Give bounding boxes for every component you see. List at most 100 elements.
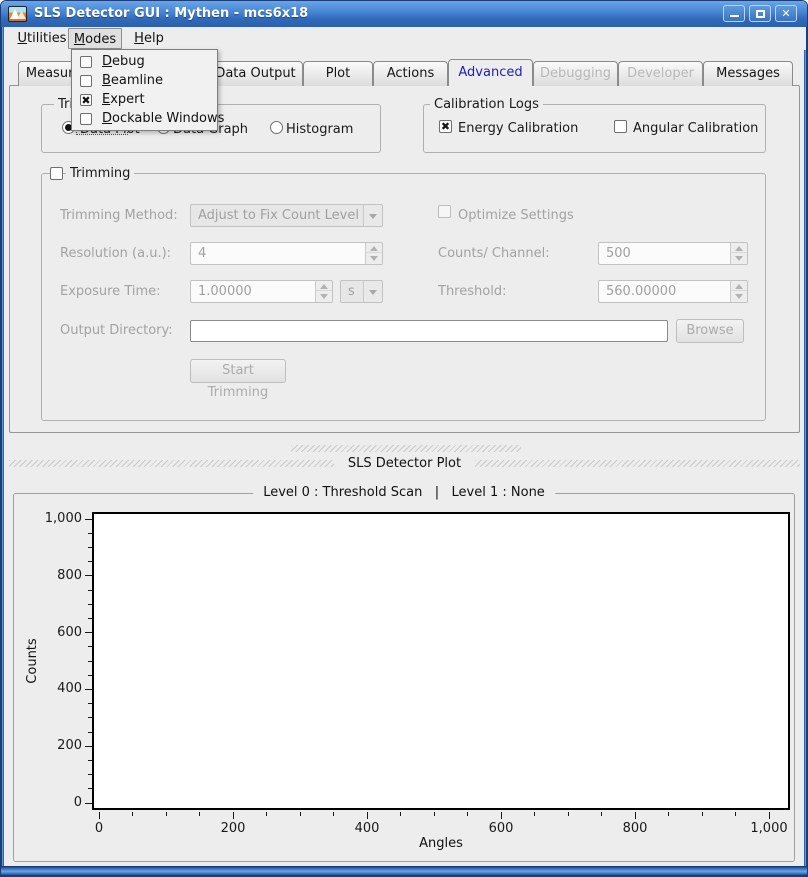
chevron-down-icon — [369, 214, 377, 219]
x-tick-label: 0 — [69, 821, 129, 836]
resolution-label: Resolution (a.u.): — [60, 242, 171, 265]
trimming-group-checkbox[interactable] — [50, 167, 63, 180]
axis-tick — [400, 812, 401, 816]
menu-modes[interactable]: Modes — [68, 28, 122, 49]
exposure-unit-combo: s — [340, 280, 383, 303]
y-tick-label: 400 — [30, 680, 82, 698]
counts-channel-value: 500 — [606, 243, 631, 264]
trimming-method-value: Adjust to Fix Count Level — [198, 205, 359, 226]
menu-item-dockable-windows[interactable]: Dockable Windows — [72, 109, 217, 128]
close-icon: ✕ — [776, 6, 796, 21]
tab-advanced[interactable]: Advanced — [448, 59, 533, 86]
axis-tick — [735, 812, 736, 816]
radio-histogram[interactable] — [270, 121, 283, 134]
resolution-value: 4 — [198, 243, 206, 264]
minimize-button[interactable] — [723, 5, 745, 22]
axis-tick — [99, 812, 100, 819]
tab-actions[interactable]: Actions — [373, 61, 448, 86]
axis-tick — [88, 703, 92, 704]
window-title: SLS Detector GUI : Mythen - mcs6x18 — [34, 1, 308, 27]
checkbox-unchecked-icon — [80, 75, 92, 87]
axis-tick — [88, 675, 92, 676]
counts-channel-label: Counts/ Channel: — [438, 242, 550, 265]
axis-tick — [434, 812, 435, 816]
axis-tick — [88, 604, 92, 605]
tab-messages[interactable]: Messages — [703, 61, 793, 86]
counts-channel-spinbox: 500 — [598, 242, 748, 265]
checkbox-checked-icon: ✖ — [80, 94, 92, 106]
axis-tick — [85, 803, 92, 804]
maximize-button[interactable] — [749, 5, 771, 22]
threshold-label: Threshold: — [438, 280, 506, 303]
plot-group: Level 0 : Threshold Scan | Level 1 : Non… — [13, 493, 795, 862]
trimming-method-label: Trimming Method: — [60, 204, 178, 227]
tab-developer: Developer — [618, 61, 703, 86]
plot-dock-titlebar[interactable]: SLS Detector Plot — [9, 455, 800, 471]
y-tick-label: 800 — [30, 567, 82, 585]
exposure-unit-value: s — [348, 281, 355, 302]
radio-histogram-label: Histogram — [286, 122, 353, 137]
spinner-buttons — [315, 281, 332, 302]
axis-tick — [88, 618, 92, 619]
x-tick-label: 200 — [203, 821, 263, 836]
x-axis-title: Angles — [94, 836, 788, 851]
spin-up-icon — [735, 246, 743, 251]
axis-tick — [88, 561, 92, 562]
menu-item-expert[interactable]: ✖Expert — [72, 90, 217, 109]
axis-tick — [266, 812, 267, 816]
output-directory-input[interactable] — [190, 320, 668, 342]
exposure-time-label: Exposure Time: — [60, 280, 161, 303]
tab-data-output[interactable]: Data Output — [208, 61, 303, 86]
menu-item-label: Beamline — [102, 73, 163, 88]
minimize-icon — [730, 15, 739, 17]
axis-tick — [88, 590, 92, 591]
axis-tick — [166, 812, 167, 816]
axis-tick — [635, 812, 636, 819]
y-tick-label: 600 — [30, 624, 82, 642]
calibration-logs-group: Calibration Logs ✖ Energy Calibration An… — [423, 104, 766, 153]
menu-bar: UtilitiesModes Help — [4, 27, 806, 50]
energy-calibration-checkbox[interactable]: ✖ — [439, 120, 452, 133]
menu-help[interactable]: Help — [130, 28, 168, 49]
checkbox-unchecked-icon — [80, 113, 92, 125]
axis-tick — [85, 632, 92, 633]
spin-up-icon — [370, 246, 378, 251]
browse-button: Browse — [676, 319, 744, 343]
angular-calibration-checkbox[interactable] — [614, 120, 627, 133]
optimize-settings-label: Optimize Settings — [458, 204, 574, 227]
y-tick-label: 0 — [30, 794, 82, 812]
exposure-time-value: 1.00000 — [198, 281, 252, 302]
axis-tick — [88, 788, 92, 789]
window-border-left — [1, 27, 4, 876]
axis-tick — [467, 812, 468, 816]
resolution-spinbox: 4 — [190, 242, 383, 265]
axis-tick — [88, 760, 92, 761]
menu-item-beamline[interactable]: Beamline — [72, 71, 217, 90]
optimize-settings-checkbox — [438, 205, 451, 218]
axis-tick — [300, 812, 301, 816]
y-tick-label: 1,000 — [30, 510, 82, 528]
checkbox-check-icon: ✖ — [81, 95, 91, 107]
title-bar[interactable]: SLS Detector GUI : Mythen - mcs6x18 ✕ — [1, 1, 807, 27]
menu-item-debug[interactable]: Debug — [72, 52, 217, 71]
x-tick-label: 400 — [337, 821, 397, 836]
tab-plot[interactable]: Plot — [303, 61, 373, 86]
threshold-spinbox: 560.00000 — [598, 280, 748, 303]
spin-down-icon — [320, 294, 328, 299]
trimming-method-combo: Adjust to Fix Count Level — [190, 204, 383, 227]
calibration-logs-group-title: Calibration Logs — [430, 97, 543, 112]
splitter-handle[interactable] — [291, 445, 521, 452]
exposure-time-spinbox: 1.00000 — [190, 280, 333, 303]
close-button[interactable]: ✕ — [775, 5, 797, 22]
combo-dropdown-zone — [363, 281, 382, 302]
axis-tick — [534, 812, 535, 816]
app-window: SLS Detector GUI : Mythen - mcs6x18 ✕ Ut… — [0, 0, 808, 877]
plot-canvas[interactable] — [92, 512, 790, 810]
energy-calibration-label: Energy Calibration — [458, 121, 578, 136]
spinner-buttons — [365, 243, 382, 264]
trimming-group: Trimming Trimming Method: Adjust to Fix … — [41, 173, 766, 421]
menu-utilities[interactable]: Utilities — [16, 28, 68, 49]
axis-tick — [233, 812, 234, 819]
dock-hatch-right — [475, 460, 800, 467]
axis-tick — [501, 812, 502, 819]
